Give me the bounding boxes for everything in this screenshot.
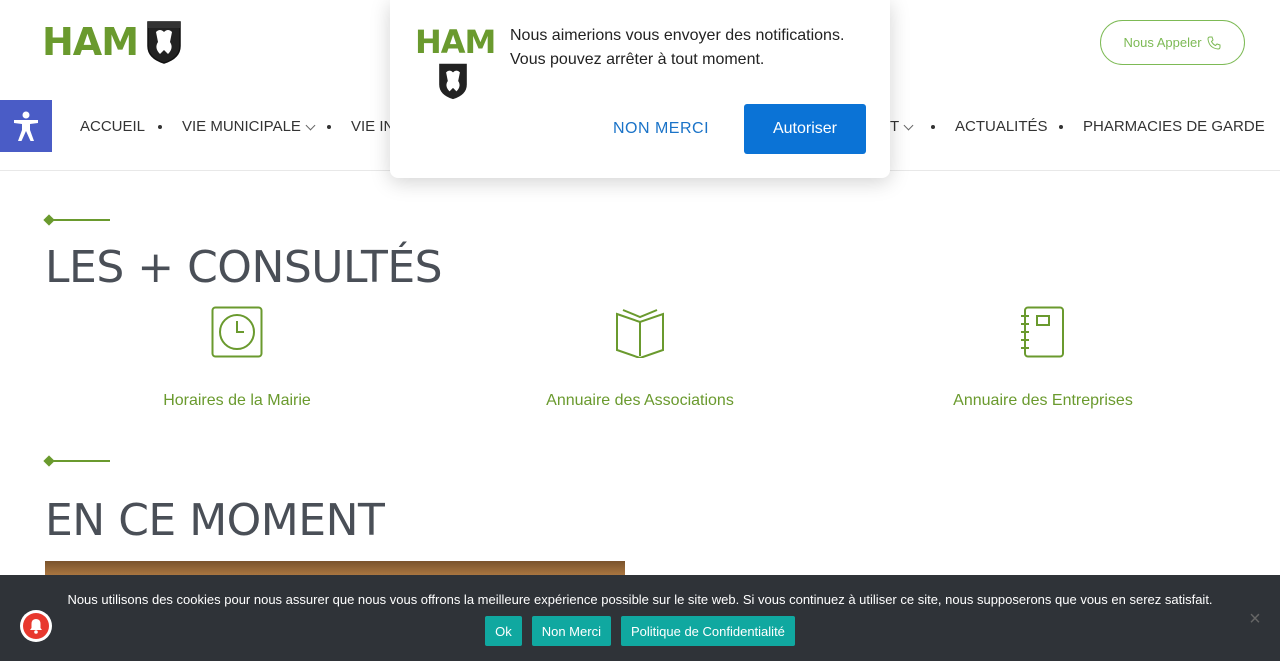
accessibility-button[interactable] bbox=[0, 100, 52, 152]
nav-item-vie-in[interactable]: VIE IN bbox=[351, 117, 394, 137]
open-book-icon bbox=[616, 309, 664, 358]
cookie-decline-button[interactable]: Non Merci bbox=[531, 616, 611, 646]
nav-label: VIE MUNICIPALE bbox=[182, 118, 301, 135]
cookie-banner: Nous utilisons des cookies pour nous ass… bbox=[0, 575, 1280, 661]
logo-text: HAM bbox=[42, 20, 139, 64]
quick-link-entreprises[interactable]: Annuaire des Entreprises bbox=[893, 306, 1193, 410]
notification-decline-button[interactable]: NON MERCI bbox=[600, 104, 722, 154]
bell-icon bbox=[30, 619, 42, 634]
accessibility-icon bbox=[14, 111, 38, 141]
nav-separator bbox=[931, 125, 935, 129]
nav-separator bbox=[327, 125, 331, 129]
notification-prompt: HAM Nous aimerions vous envoyer des noti… bbox=[390, 0, 890, 178]
coat-of-arms-icon bbox=[439, 63, 467, 100]
nav-label: ACTUALITÉS bbox=[955, 118, 1048, 135]
site-logo[interactable]: HAM bbox=[42, 20, 182, 64]
call-us-button[interactable]: Nous Appeler bbox=[1100, 20, 1245, 65]
phone-icon bbox=[1207, 36, 1221, 50]
quick-link-horaires[interactable]: Horaires de la Mairie bbox=[87, 306, 387, 410]
notification-logo: HAM bbox=[415, 23, 496, 100]
chevron-down-icon bbox=[305, 120, 316, 130]
section-decoration bbox=[43, 455, 110, 467]
coat-of-arms-icon bbox=[147, 21, 181, 64]
nav-label: T bbox=[890, 118, 900, 135]
nav-separator bbox=[158, 125, 162, 129]
quick-link-label: Annuaire des Entreprises bbox=[953, 392, 1133, 409]
nav-item-vie-municipale[interactable]: VIE MUNICIPALE bbox=[182, 117, 316, 137]
chevron-down-icon bbox=[903, 120, 914, 130]
nav-label: VIE IN bbox=[351, 118, 395, 135]
cookie-ok-button[interactable]: Ok bbox=[485, 616, 522, 646]
nav-label: ACCUEIL bbox=[80, 118, 146, 135]
page: HAM Nous Appeler ACCUEIL VIE MUNICIPALE bbox=[0, 0, 1280, 661]
notification-bell-button[interactable] bbox=[20, 610, 52, 642]
close-icon[interactable]: × bbox=[1246, 609, 1264, 629]
section-title-now: EN CE MOMENT bbox=[45, 495, 385, 546]
privacy-policy-button[interactable]: Politique de Confidentialité bbox=[620, 616, 795, 646]
section-decoration bbox=[43, 214, 110, 226]
quick-link-associations[interactable]: Annuaire des Associations bbox=[490, 306, 790, 410]
notification-message: Nous aimerions vous envoyer des notifica… bbox=[510, 27, 845, 68]
nav-item-hidden[interactable]: T bbox=[890, 117, 914, 137]
nav-item-pharmacies[interactable]: PHARMACIES DE GARDE bbox=[1083, 117, 1265, 137]
notification-allow-button[interactable]: Autoriser bbox=[744, 104, 866, 154]
cookie-message: Nous utilisons des cookies pour nous ass… bbox=[67, 592, 1213, 607]
nav-label: PHARMACIES DE GARDE bbox=[1083, 118, 1265, 135]
section-title-most-viewed: LES + CONSULTÉS bbox=[45, 242, 443, 293]
clock-icon bbox=[211, 306, 263, 358]
nav-item-accueil[interactable]: ACCUEIL bbox=[80, 117, 145, 137]
cookie-actions: Ok Non Merci Politique de Confidentialit… bbox=[0, 616, 1280, 646]
quick-link-label: Horaires de la Mairie bbox=[163, 392, 311, 409]
nav-separator bbox=[1059, 125, 1063, 129]
notification-logo-text: HAM bbox=[415, 23, 496, 61]
nav-item-actualites[interactable]: ACTUALITÉS bbox=[955, 117, 1048, 137]
call-us-label: Nous Appeler bbox=[1123, 35, 1202, 50]
notebook-icon bbox=[1021, 306, 1064, 358]
quick-link-label: Annuaire des Associations bbox=[546, 392, 734, 409]
